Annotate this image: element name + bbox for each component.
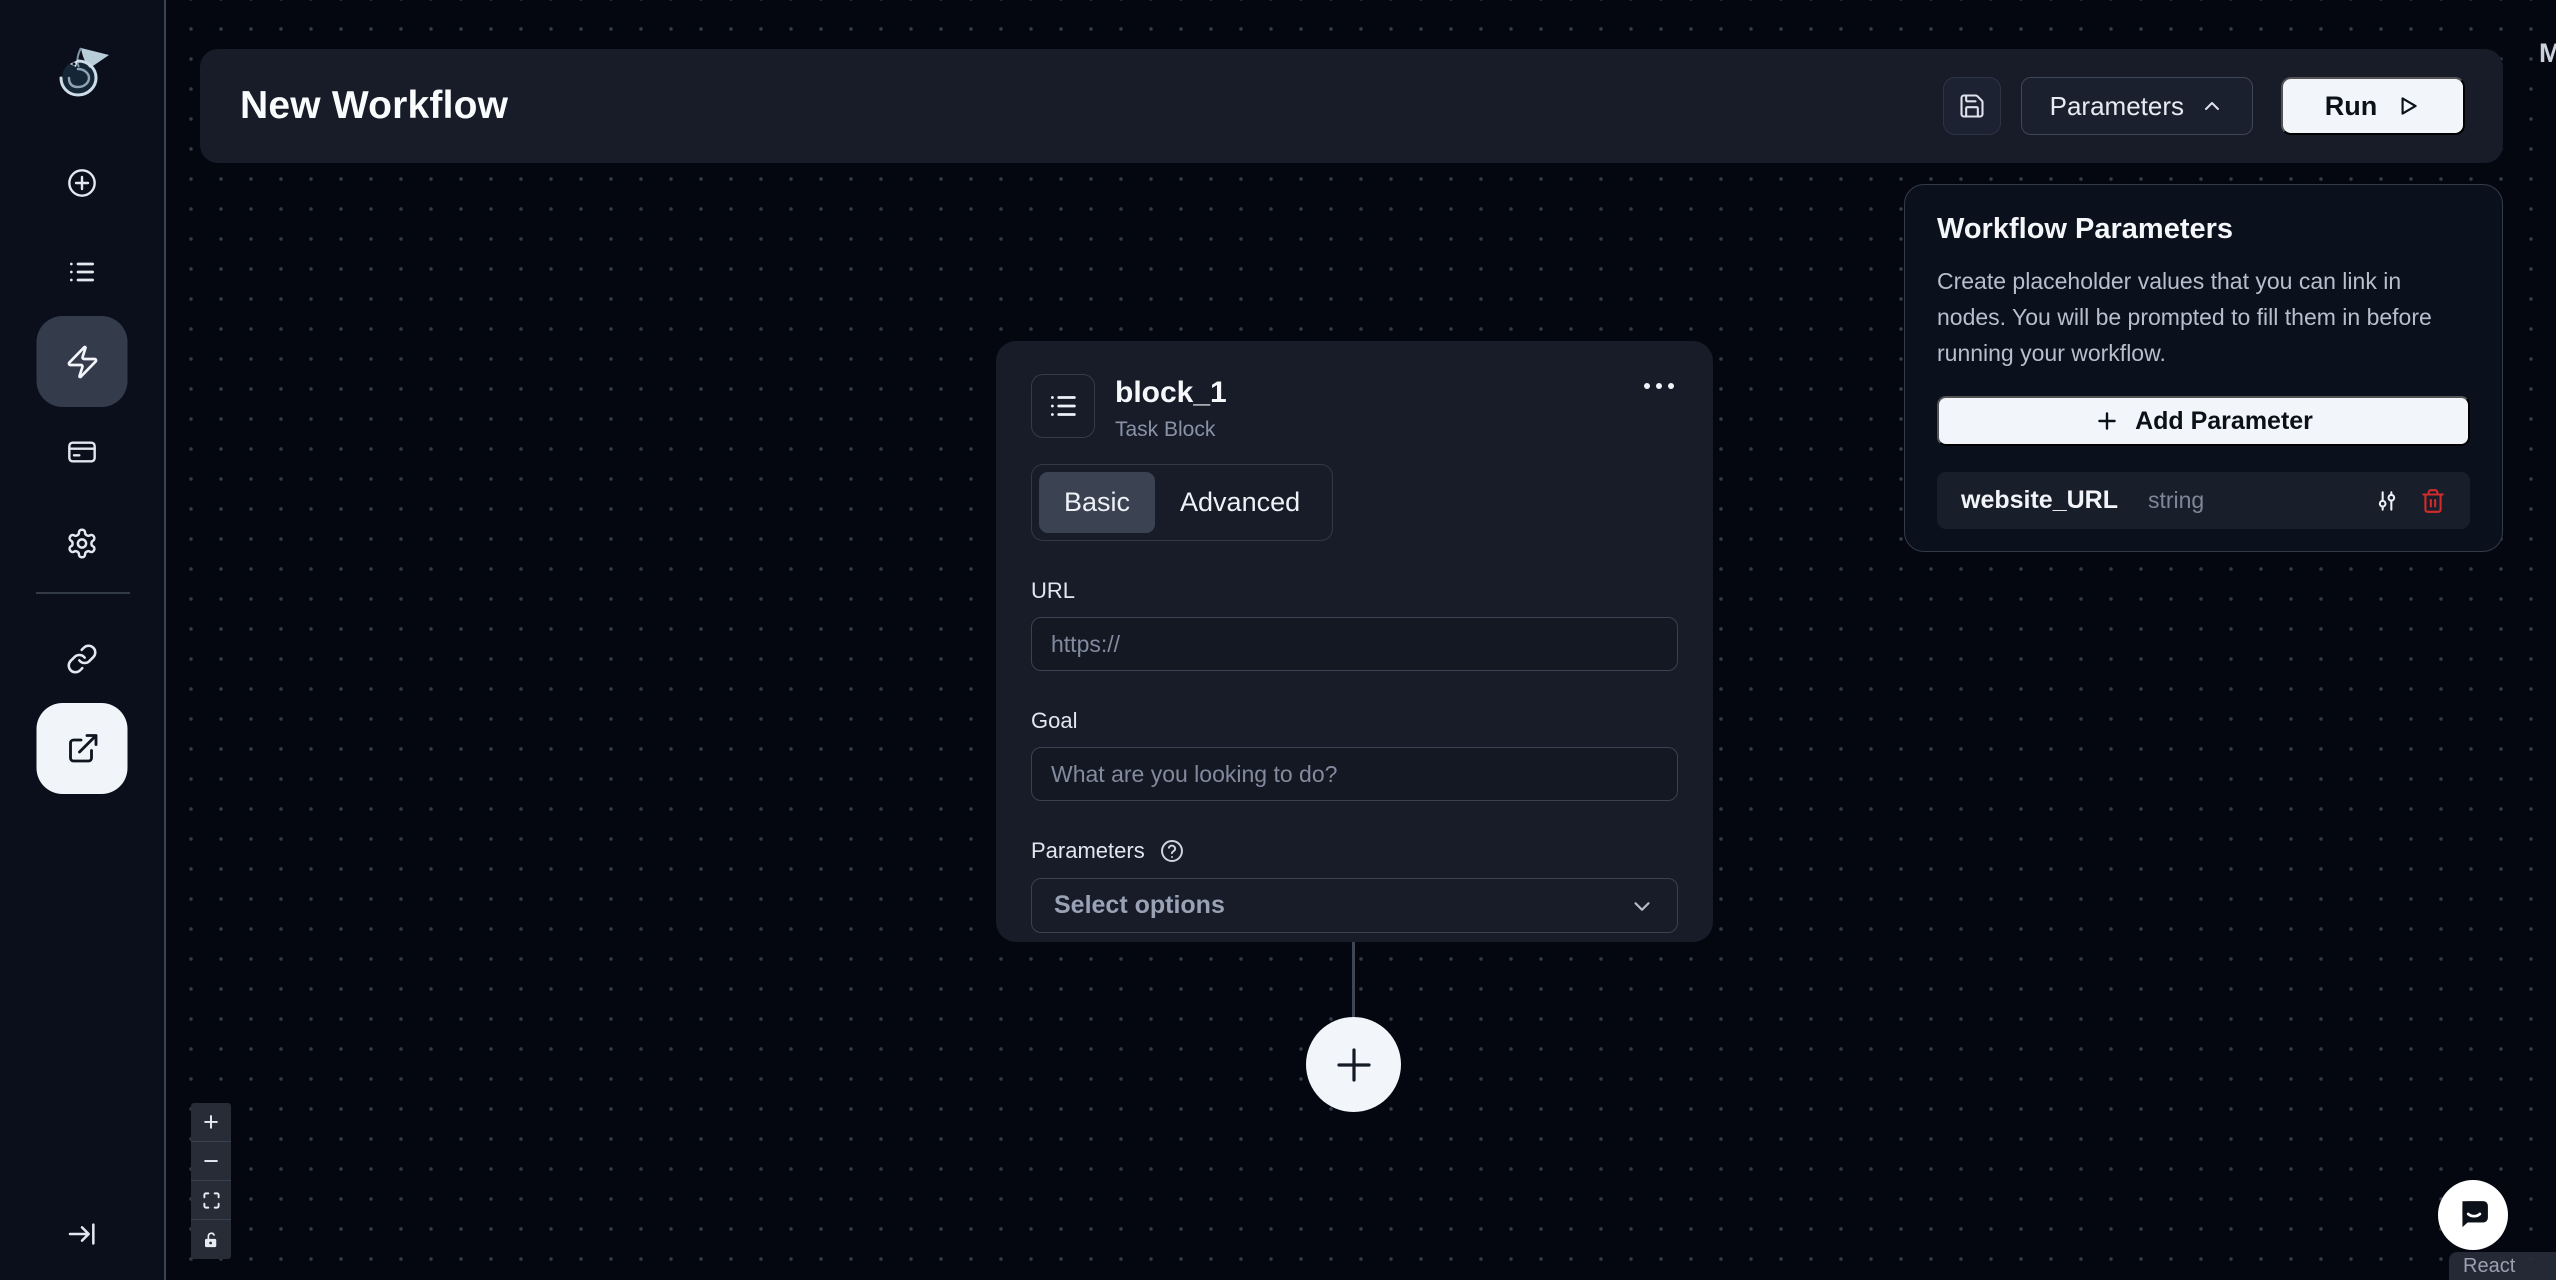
run-button[interactable]: Run (2281, 77, 2465, 135)
parameters-button-label: Parameters (2049, 90, 2184, 121)
sidebar-collapse-button[interactable] (66, 1218, 98, 1250)
lock-toggle-button[interactable] (191, 1220, 231, 1259)
gear-icon (66, 527, 99, 560)
block-title: block_1 (1115, 376, 1227, 409)
help-circle-icon[interactable] (1159, 838, 1185, 864)
goal-input[interactable] (1031, 747, 1678, 801)
fit-view-button[interactable] (191, 1181, 231, 1220)
parameters-label-text: Parameters (1031, 838, 1145, 863)
parameters-field-label: Parameters (1031, 838, 1678, 864)
credit-card-icon (66, 436, 98, 468)
block-tabs: Basic Advanced (1031, 464, 1334, 541)
page-title: New Workflow (240, 84, 509, 127)
plus-icon (2094, 408, 2120, 434)
task-block-node[interactable]: block_1 Task Block Basic Advanced URL Go… (996, 341, 1713, 942)
dragon-logo-icon (50, 40, 114, 104)
sidebar-item-create[interactable] (66, 167, 98, 199)
parameter-name: website_URL (1961, 486, 2118, 514)
parameter-type: string (2147, 487, 2205, 513)
goal-label-text: Goal (1031, 708, 1078, 733)
url-input[interactable] (1031, 617, 1678, 671)
play-icon (2395, 93, 2421, 119)
zoom-in-button[interactable]: + (191, 1103, 231, 1142)
chevron-up-icon (2200, 94, 2224, 118)
tab-advanced[interactable]: Advanced (1155, 472, 1325, 533)
delete-parameter-button[interactable] (2420, 488, 2446, 514)
chat-launcher-button[interactable] (2438, 1180, 2508, 1250)
workflow-header: New Workflow Parameters Run (200, 49, 2503, 163)
sliders-icon (2374, 488, 2400, 514)
add-block-button[interactable] (1306, 1017, 1401, 1112)
sidebar-item-workflows[interactable] (36, 316, 128, 407)
url-field-label: URL (1031, 578, 1678, 604)
ellipsis-icon (1642, 380, 1676, 392)
sidebar-divider (36, 592, 130, 594)
arrow-right-to-line-icon (66, 1218, 98, 1250)
external-link-icon (64, 731, 100, 767)
lightning-icon (64, 344, 100, 380)
chat-bubble-icon (2454, 1196, 2492, 1234)
sidebar (0, 0, 166, 1280)
save-button[interactable] (1942, 77, 2001, 135)
panel-title: Workflow Parameters (1937, 213, 2234, 245)
workflow-editor-screen: New Workflow Parameters Run block_1 Task… (0, 0, 2556, 1280)
clipped-edge-text: M (2539, 38, 2556, 68)
plus-circle-icon (66, 167, 98, 199)
list-icon (66, 256, 98, 288)
parameters-select[interactable]: Select options (1031, 878, 1678, 933)
list-icon (1046, 389, 1080, 423)
zoom-out-button[interactable]: − (191, 1142, 231, 1181)
edge-connector (1352, 942, 1355, 1018)
plus-icon (1330, 1041, 1378, 1089)
tab-basic[interactable]: Basic (1039, 472, 1156, 533)
block-type-iconbox (1031, 374, 1095, 438)
save-icon (1958, 92, 1986, 120)
block-subtitle: Task Block (1115, 418, 1216, 441)
app-logo[interactable] (50, 40, 114, 104)
sidebar-item-share[interactable] (36, 703, 128, 794)
block-menu-button[interactable] (1640, 374, 1678, 398)
zoom-in-icon: + (203, 1106, 219, 1137)
goal-field-label: Goal (1031, 708, 1678, 734)
workflow-parameters-panel: Workflow Parameters Create placeholder v… (1904, 184, 2503, 552)
link-icon (66, 643, 98, 675)
add-parameter-label: Add Parameter (2135, 406, 2313, 435)
parameters-toggle-button[interactable]: Parameters (2020, 77, 2253, 135)
fit-view-icon (202, 1191, 221, 1210)
sidebar-item-integrations[interactable] (66, 643, 98, 675)
canvas-controls: + − (191, 1103, 231, 1259)
edit-parameter-button[interactable] (2374, 488, 2400, 514)
run-button-label: Run (2324, 90, 2378, 121)
panel-description: Create placeholder values that you can l… (1937, 268, 2432, 366)
url-label-text: URL (1031, 578, 1076, 603)
parameters-select-value: Select options (1054, 891, 1225, 919)
trash-icon (2420, 488, 2446, 514)
sidebar-item-settings[interactable] (66, 527, 99, 560)
unlock-icon (202, 1231, 220, 1249)
chevron-down-icon (1629, 893, 1655, 919)
parameter-actions (2374, 488, 2446, 514)
react-flow-attribution[interactable]: React Flow (2449, 1252, 2556, 1280)
sidebar-item-runs[interactable] (66, 256, 98, 288)
block-titles: block_1 Task Block (1115, 374, 1227, 442)
attribution-label: React Flow (2463, 1255, 2516, 1280)
zoom-out-icon: − (203, 1145, 219, 1176)
add-parameter-button[interactable]: Add Parameter (1937, 396, 2470, 446)
block-header: block_1 Task Block (1031, 374, 1678, 442)
parameter-row: website_URL string (1937, 472, 2470, 529)
sidebar-item-billing[interactable] (66, 436, 98, 468)
